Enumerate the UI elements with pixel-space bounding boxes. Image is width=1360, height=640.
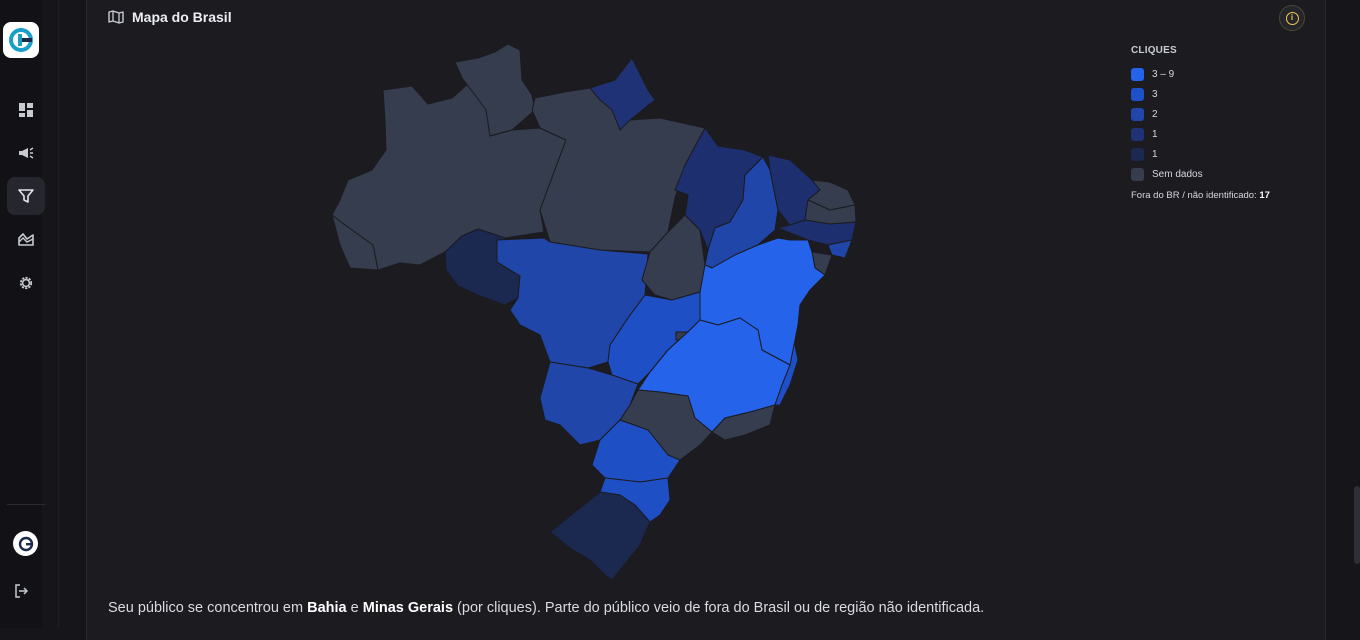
summary-state-1: Bahia (307, 600, 347, 616)
legend-label: 2 (1152, 108, 1158, 120)
legend-title: CLIQUES (1131, 45, 1177, 56)
state-rio-grande-do-sul[interactable] (549, 491, 651, 581)
legend-note-value: 17 (1259, 190, 1270, 201)
legend-label: 1 (1152, 148, 1158, 160)
legend-swatch (1131, 147, 1144, 161)
legend-swatch (1131, 127, 1144, 141)
legend-item: Sem dados (1131, 164, 1321, 184)
summary-prefix: Seu público se concentrou em (108, 600, 304, 616)
legend-label: 3 – 9 (1152, 68, 1175, 80)
legend-item: 1 (1131, 124, 1321, 144)
legend-swatch (1131, 67, 1144, 81)
map-summary: Seu público se concentrou em Bahia e Min… (108, 600, 984, 616)
legend-label: 1 (1152, 128, 1158, 140)
page-scrollbar[interactable] (1354, 486, 1360, 564)
legend-label: Sem dados (1152, 168, 1203, 180)
legend-item: 3 (1131, 84, 1321, 104)
summary-joiner: e (350, 600, 359, 616)
legend-swatch (1131, 107, 1144, 121)
legend-note-label: Fora do BR / não identificado: (1131, 190, 1257, 201)
map-legend: CLIQUES 3 – 9 3 2 1 1 Sem dados Fora do … (1131, 45, 1321, 201)
legend-label: 3 (1152, 88, 1158, 100)
legend-swatch (1131, 87, 1144, 101)
legend-item: 2 (1131, 104, 1321, 124)
legend-item: 1 (1131, 144, 1321, 164)
legend-note: Fora do BR / não identificado: 17 (1131, 190, 1321, 201)
legend-item: 3 – 9 (1131, 64, 1321, 84)
summary-suffix: (por cliques). Parte do público veio de … (457, 600, 985, 616)
legend-swatch (1131, 167, 1144, 181)
summary-state-2: Minas Gerais (362, 600, 454, 616)
